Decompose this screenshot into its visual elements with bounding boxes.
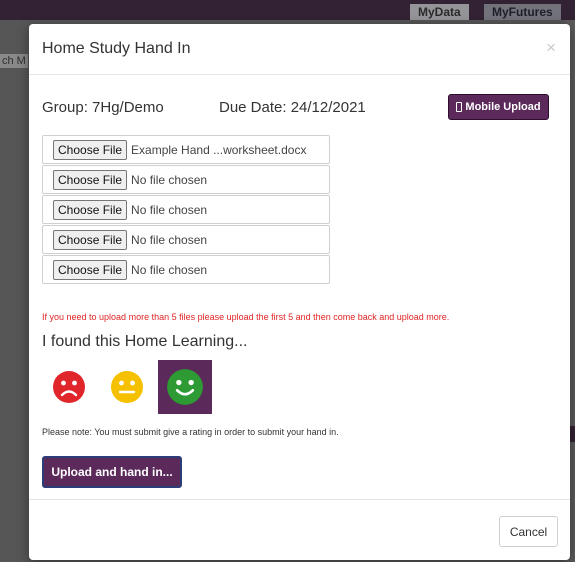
file-input-row: Choose File No file chosen bbox=[42, 195, 330, 224]
rating-option-sad[interactable] bbox=[42, 360, 96, 414]
rating-title: I found this Home Learning... bbox=[42, 333, 248, 350]
modal-footer: Cancel bbox=[29, 499, 570, 560]
rating-note: Please note: You must submit give a rati… bbox=[42, 427, 339, 437]
file-input-row: Choose File No file chosen bbox=[42, 165, 330, 194]
happy-face-icon bbox=[167, 369, 203, 405]
file-name: No file chosen bbox=[131, 202, 208, 217]
due-date-label: Due Date: 24/12/2021 bbox=[219, 99, 366, 116]
file-name: No file chosen bbox=[131, 232, 208, 247]
sad-face-icon bbox=[53, 371, 85, 403]
modal-title: Home Study Hand In bbox=[42, 40, 191, 57]
group-label: Group: 7Hg/Demo bbox=[42, 99, 164, 116]
file-name: No file chosen bbox=[131, 262, 208, 277]
rating-option-neutral[interactable] bbox=[100, 360, 154, 414]
choose-file-button[interactable]: Choose File bbox=[53, 199, 128, 220]
choose-file-button[interactable]: Choose File bbox=[53, 169, 128, 190]
cancel-button[interactable]: Cancel bbox=[499, 516, 558, 547]
choose-file-button[interactable]: Choose File bbox=[53, 259, 128, 280]
close-icon[interactable]: × bbox=[546, 38, 556, 58]
upload-limit-warning: If you need to upload more than 5 files … bbox=[42, 312, 450, 322]
upload-and-hand-in-button[interactable]: Upload and hand in... bbox=[42, 456, 182, 488]
modal-header: Home Study Hand In × bbox=[29, 24, 570, 75]
file-input-row: Choose File No file chosen bbox=[42, 225, 330, 254]
file-input-row: Choose File Example Hand ...worksheet.do… bbox=[42, 135, 330, 164]
file-name: Example Hand ...worksheet.docx bbox=[131, 142, 307, 157]
neutral-face-icon bbox=[111, 371, 143, 403]
choose-file-button[interactable]: Choose File bbox=[53, 139, 128, 160]
rating-option-happy[interactable] bbox=[158, 360, 212, 414]
file-input-row: Choose File No file chosen bbox=[42, 255, 330, 284]
hand-in-modal: Home Study Hand In × Group: 7Hg/Demo Due… bbox=[29, 24, 570, 560]
file-inputs: Choose File Example Hand ...worksheet.do… bbox=[42, 135, 330, 285]
info-row: Group: 7Hg/Demo Due Date: 24/12/2021 Mob… bbox=[42, 92, 554, 122]
file-name: No file chosen bbox=[131, 172, 208, 187]
mobile-upload-label: Mobile Upload bbox=[465, 101, 541, 113]
mobile-phone-icon bbox=[456, 102, 463, 112]
mobile-upload-button[interactable]: Mobile Upload bbox=[448, 94, 549, 120]
choose-file-button[interactable]: Choose File bbox=[53, 229, 128, 250]
